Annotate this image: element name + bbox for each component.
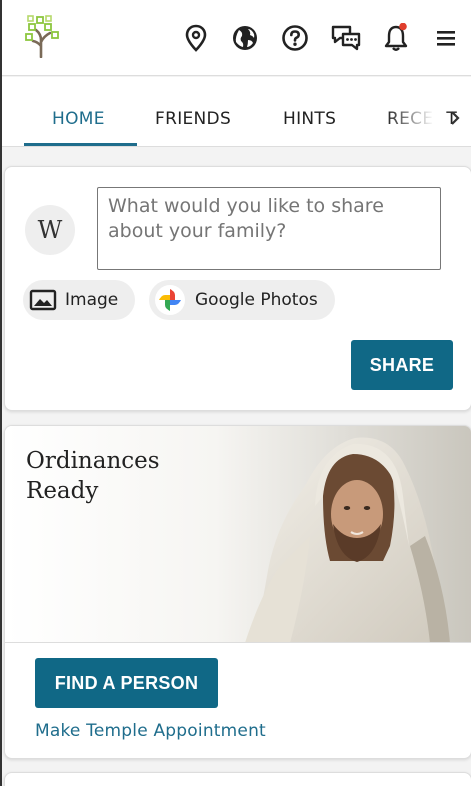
image-icon [29,288,57,312]
menu-icon[interactable] [431,23,461,53]
image-label: Image [65,290,119,310]
share-button[interactable]: SHARE [351,340,453,390]
top-header [2,0,471,76]
help-icon[interactable] [280,23,310,53]
tab-friends[interactable]: FRIENDS [155,109,231,129]
next-feed-card [4,772,471,786]
chevron-right-icon[interactable] [446,107,464,129]
share-post-card: W Image Google Photos SHA [4,166,471,411]
feed-tabs: HOME FRIENDS HINTS RECENT [2,77,471,147]
ordinances-title: Ordinances Ready [26,448,160,504]
ordinances-ready-card: Ordinances Ready FIND A PERSON Make Temp… [4,425,471,759]
avatar[interactable]: W [25,205,75,255]
find-a-person-button[interactable]: FIND A PERSON [35,658,218,708]
messages-icon[interactable] [329,23,363,53]
google-photos-label: Google Photos [195,290,318,310]
tab-home[interactable]: HOME [52,109,105,129]
map-pin-icon[interactable] [181,23,211,53]
add-image-button[interactable]: Image [23,280,135,320]
share-post-input[interactable] [97,187,441,270]
bell-icon[interactable] [381,23,411,53]
google-photos-button[interactable]: Google Photos [149,280,335,320]
google-photos-icon [155,285,185,315]
active-tab-indicator [24,143,137,146]
notification-dot [399,23,407,31]
ordinances-hero-image: Ordinances Ready [5,426,471,643]
tab-hints[interactable]: HINTS [283,109,336,129]
family-tree-logo[interactable] [24,14,60,59]
globe-icon[interactable] [230,23,260,53]
tab-fade [386,107,446,133]
temple-appointment-link[interactable]: Make Temple Appointment [35,721,266,741]
